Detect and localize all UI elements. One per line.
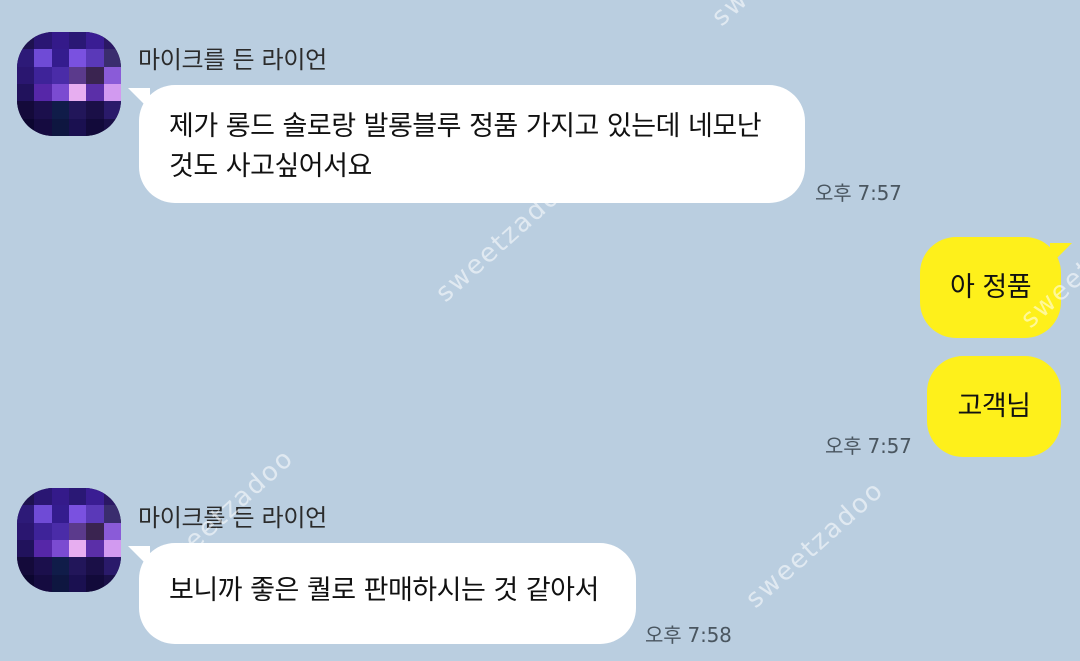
avatar-mosaic-pixel	[34, 49, 52, 67]
avatar-mosaic-pixel	[17, 66, 35, 84]
avatar-mosaic-pixel	[103, 522, 121, 540]
sender-avatar[interactable]	[17, 32, 121, 136]
avatar-mosaic-pixel	[103, 574, 121, 592]
avatar-mosaic-pixel	[103, 49, 121, 67]
avatar-mosaic-pixel	[103, 505, 121, 523]
avatar-mosaic-pixel	[51, 84, 69, 102]
bubble-tail	[1050, 243, 1072, 265]
avatar-mosaic-pixel	[103, 84, 121, 102]
avatar-mosaic-pixel	[69, 32, 87, 50]
avatar-mosaic-pixel	[34, 540, 52, 558]
avatar-mosaic-pixel	[86, 49, 104, 67]
avatar-mosaic-pixel	[17, 574, 35, 592]
avatar-mosaic-pixel	[103, 66, 121, 84]
avatar-mosaic-pixel	[17, 540, 35, 558]
chat-window: 마이크를 든 라이언 제가 롱드 솔로랑 발롱블루 정품 가지고 있는데 네모난…	[0, 0, 1080, 661]
avatar-mosaic-pixel	[51, 557, 69, 575]
avatar-mosaic-pixel	[17, 32, 35, 50]
avatar-mosaic-pixel	[34, 488, 52, 506]
avatar-mosaic-pixel	[34, 84, 52, 102]
avatar-mosaic-pixel	[51, 505, 69, 523]
avatar-mosaic-pixel	[86, 574, 104, 592]
avatar-mosaic-pixel	[51, 66, 69, 84]
avatar-mosaic-pixel	[17, 84, 35, 102]
avatar-mosaic-pixel	[34, 66, 52, 84]
avatar-mosaic-pixel	[103, 540, 121, 558]
avatar-mosaic-pixel	[86, 488, 104, 506]
avatar-mosaic-pixel	[51, 488, 69, 506]
message-bubble-incoming[interactable]: 보니까 좋은 퀄로 판매하시는 것 같아서	[139, 543, 636, 644]
avatar-mosaic-pixel	[86, 557, 104, 575]
avatar-mosaic-pixel	[86, 540, 104, 558]
avatar-mosaic-pixel	[69, 101, 87, 119]
sender-avatar[interactable]	[17, 488, 121, 592]
avatar-mosaic-pixel	[103, 488, 121, 506]
avatar-mosaic-pixel	[103, 32, 121, 50]
avatar-mosaic-pixel	[17, 557, 35, 575]
avatar-mosaic-pixel	[51, 118, 69, 136]
avatar-mosaic-pixel	[86, 522, 104, 540]
avatar-mosaic-pixel	[86, 101, 104, 119]
avatar-mosaic-pixel	[51, 101, 69, 119]
avatar-mosaic-pixel	[34, 522, 52, 540]
message-bubble-outgoing[interactable]: 아 정품	[920, 237, 1061, 338]
avatar-mosaic-pixel	[51, 49, 69, 67]
avatar-mosaic-pixel	[69, 118, 87, 136]
avatar-mosaic-pixel	[17, 49, 35, 67]
sender-name: 마이크를 든 라이언	[138, 504, 327, 532]
avatar-mosaic-pixel	[69, 505, 87, 523]
avatar-mosaic-pixel	[103, 118, 121, 136]
sender-name: 마이크를 든 라이언	[138, 46, 327, 74]
message-bubble-outgoing[interactable]: 고객님	[927, 356, 1061, 457]
avatar-mosaic-pixel	[69, 574, 87, 592]
avatar-mosaic-pixel	[86, 32, 104, 50]
avatar-mosaic-pixel	[34, 101, 52, 119]
avatar-mosaic-pixel	[69, 557, 87, 575]
avatar-mosaic-pixel	[17, 488, 35, 506]
avatar-mosaic-pixel	[34, 118, 52, 136]
avatar-mosaic-pixel	[34, 557, 52, 575]
avatar-mosaic-pixel	[69, 49, 87, 67]
avatar-mosaic-pixel	[17, 522, 35, 540]
message-bubble-incoming[interactable]: 제가 롱드 솔로랑 발롱블루 정품 가지고 있는데 네모난 것도 사고싶어서요	[139, 85, 805, 203]
avatar-mosaic-pixel	[34, 505, 52, 523]
avatar-mosaic-pixel	[34, 574, 52, 592]
watermark: sweetzadoo	[740, 474, 891, 615]
avatar-mosaic-pixel	[86, 66, 104, 84]
avatar-mosaic-pixel	[17, 118, 35, 136]
message-timestamp: 오후 7:57	[815, 181, 902, 205]
avatar-mosaic-pixel	[86, 118, 104, 136]
avatar-mosaic-pixel	[103, 557, 121, 575]
avatar-mosaic-pixel	[69, 540, 87, 558]
avatar-mosaic-pixel	[34, 32, 52, 50]
avatar-mosaic-pixel	[51, 574, 69, 592]
avatar-mosaic-pixel	[103, 101, 121, 119]
avatar-mosaic-pixel	[69, 66, 87, 84]
avatar-mosaic-pixel	[69, 488, 87, 506]
avatar-mosaic-pixel	[51, 32, 69, 50]
avatar-mosaic-pixel	[51, 522, 69, 540]
avatar-mosaic-pixel	[69, 84, 87, 102]
avatar-mosaic-pixel	[17, 505, 35, 523]
avatar-mosaic-pixel	[86, 505, 104, 523]
avatar-mosaic-pixel	[51, 540, 69, 558]
watermark: sweetzadoo	[706, 0, 856, 32]
avatar-mosaic-pixel	[86, 84, 104, 102]
message-timestamp: 오후 7:57	[825, 434, 912, 458]
avatar-mosaic-pixel	[69, 522, 87, 540]
avatar-mosaic-pixel	[17, 101, 35, 119]
message-timestamp: 오후 7:58	[645, 623, 732, 647]
